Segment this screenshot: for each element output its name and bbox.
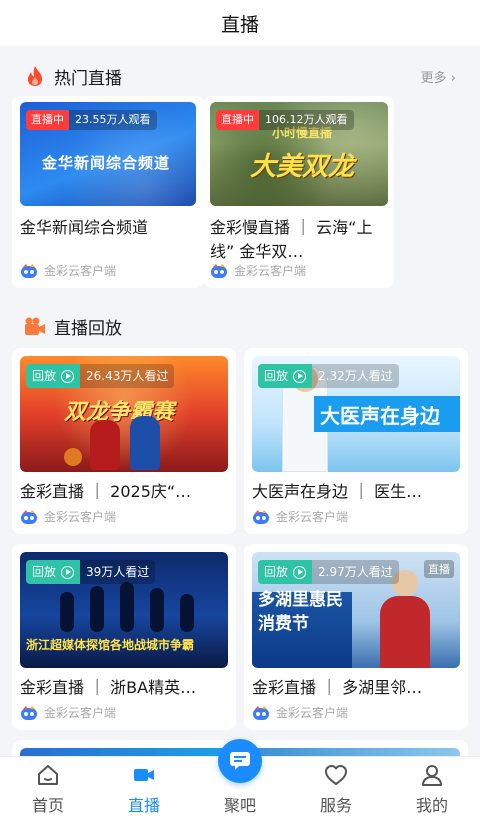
live-thumbnail: 小时慢直播 大美双龙 直播中 106.12万人观看: [210, 102, 388, 206]
viewer-count: 106.12万人观看: [259, 110, 354, 130]
viewer-count: 39万人看过: [80, 560, 156, 584]
source-label: 金彩云客户端: [20, 704, 116, 721]
replay-card-1[interactable]: 双龙争霸赛 回放 26.43万人看过 金彩直播 ｜ 2025庆“… 金彩云客户端: [12, 348, 236, 534]
replay-title: 直播回放: [54, 318, 122, 339]
replay-card-2[interactable]: 大医声在身边 回放 2.32万人看过 大医声在身边 ｜ 医生… 金彩云客户端: [244, 348, 468, 534]
card-title: 金华新闻综合频道: [20, 218, 149, 237]
play-circle-icon: [61, 565, 75, 579]
app-logo-icon: [21, 509, 37, 524]
live-status: 直播中: [26, 110, 69, 130]
live-badge: 直播中 106.12万人观看: [216, 110, 354, 130]
replay-header: 直播回放: [0, 308, 480, 344]
thumbnail-caption: 多湖里惠民消费节: [258, 590, 343, 634]
replay-thumbnail: 多湖里惠民消费节 直播 回放 2.97万人看过: [252, 552, 460, 668]
corner-live-tag: 直播: [424, 560, 454, 578]
home-icon: [38, 765, 58, 785]
replay-status: 回放: [258, 560, 313, 584]
tab-label: 我的: [415, 796, 448, 815]
hot-live-card-1[interactable]: 金华新闻综合频道 直播中 23.55万人观看 金华新闻综合频道 金彩云客户端: [12, 96, 204, 288]
replay-thumbnail: 大医声在身边 回放 2.32万人看过: [252, 356, 460, 472]
heart-icon: [325, 765, 347, 785]
card-title: 金彩直播 ｜ 浙BA精英…: [20, 678, 197, 697]
replay-thumbnail: 浙江超媒体探馆各地战城市争霸 回放 39万人看过: [20, 552, 228, 668]
video-camera-icon: [24, 315, 46, 337]
tab-service[interactable]: 服务: [288, 757, 384, 826]
app-logo-icon: [211, 263, 227, 278]
tab-label: 聚吧: [223, 796, 256, 815]
video-camera-icon: [134, 769, 154, 781]
card-title: 金彩直播 ｜ 多湖里邻…: [252, 678, 423, 697]
tab-label: 首页: [31, 796, 64, 815]
play-circle-icon: [293, 565, 307, 579]
thumbnail-caption: 大美双龙: [250, 152, 355, 182]
source-name: 金彩云客户端: [276, 706, 349, 720]
card-title: 大医声在身边 ｜ 医生…: [252, 482, 423, 501]
source-name: 金彩云客户端: [44, 706, 117, 720]
viewer-count: 23.55万人观看: [69, 110, 157, 130]
replay-status: 回放: [258, 364, 313, 388]
source-label: 金彩云客户端: [252, 508, 348, 525]
tab-label: 服务: [319, 796, 352, 815]
source-name: 金彩云客户端: [44, 510, 117, 524]
replay-badge: 回放 2.32万人看过: [258, 364, 399, 388]
bottom-tab-bar: 首页 直播 聚吧 服务 我的: [0, 739, 480, 826]
tab-label: 直播: [127, 796, 160, 815]
source-label: 金彩云客户端: [20, 508, 116, 525]
tab-home[interactable]: 首页: [0, 757, 96, 826]
tab-community[interactable]: 聚吧: [192, 739, 288, 826]
replay-badge: 回放 2.97万人看过: [258, 560, 399, 584]
card-title: 金彩慢直播 ｜ 云海“上线” 金华双…: [210, 218, 373, 261]
thumbnail-caption: 浙江超媒体探馆各地战城市争霸: [26, 638, 195, 652]
replay-status: 回放: [26, 560, 81, 584]
replay-badge: 回放 39万人看过: [26, 560, 156, 584]
replay-badge: 回放 26.43万人看过: [26, 364, 175, 388]
fire-icon: [24, 65, 46, 87]
source-name: 金彩云客户端: [44, 264, 117, 278]
page-title: 直播: [220, 13, 259, 36]
play-circle-icon: [293, 369, 307, 383]
thumbnail-caption: 金华新闻综合频道: [42, 154, 171, 172]
live-status: 直播中: [216, 110, 259, 130]
top-bar: 直播: [0, 0, 480, 46]
replay-thumbnail: 双龙争霸赛 回放 26.43万人看过: [20, 356, 228, 472]
replay-card-4[interactable]: 多湖里惠民消费节 直播 回放 2.97万人看过 金彩直播 ｜ 多湖里邻… 金彩云…: [244, 544, 468, 730]
chat-bubble-icon: [230, 752, 250, 770]
thumbnail-caption: 大医声在身边: [320, 404, 440, 428]
app-logo-icon: [21, 263, 37, 278]
tab-profile[interactable]: 我的: [384, 757, 480, 826]
center-fab[interactable]: [218, 739, 262, 783]
tab-live[interactable]: 直播: [96, 757, 192, 826]
hot-live-title: 热门直播: [54, 68, 122, 89]
replay-status: 回放: [26, 364, 81, 388]
source-label: 金彩云客户端: [20, 262, 116, 279]
app-logo-icon: [253, 509, 269, 524]
viewer-count: 2.97万人看过: [312, 560, 399, 584]
card-title: 金彩直播 ｜ 2025庆“…: [20, 482, 192, 501]
viewer-count: 2.32万人看过: [312, 364, 399, 388]
live-badge: 直播中 23.55万人观看: [26, 110, 157, 130]
more-link[interactable]: 更多 ›: [421, 67, 456, 86]
hot-live-card-2[interactable]: 小时慢直播 大美双龙 直播中 106.12万人观看 金彩慢直播 ｜ 云海“上线”…: [204, 96, 394, 288]
source-label: 金彩云客户端: [210, 262, 306, 279]
live-thumbnail: 金华新闻综合频道 直播中 23.55万人观看: [20, 102, 196, 206]
viewer-count: 26.43万人看过: [80, 364, 175, 388]
source-name: 金彩云客户端: [276, 510, 349, 524]
hot-live-header: 热门直播 更多 ›: [0, 58, 480, 94]
user-icon: [422, 765, 442, 786]
app-logo-icon: [21, 705, 37, 720]
app-logo-icon: [253, 705, 269, 720]
source-name: 金彩云客户端: [234, 264, 307, 278]
source-label: 金彩云客户端: [252, 704, 348, 721]
replay-card-3[interactable]: 浙江超媒体探馆各地战城市争霸 回放 39万人看过 金彩直播 ｜ 浙BA精英… 金…: [12, 544, 236, 730]
play-circle-icon: [61, 369, 75, 383]
